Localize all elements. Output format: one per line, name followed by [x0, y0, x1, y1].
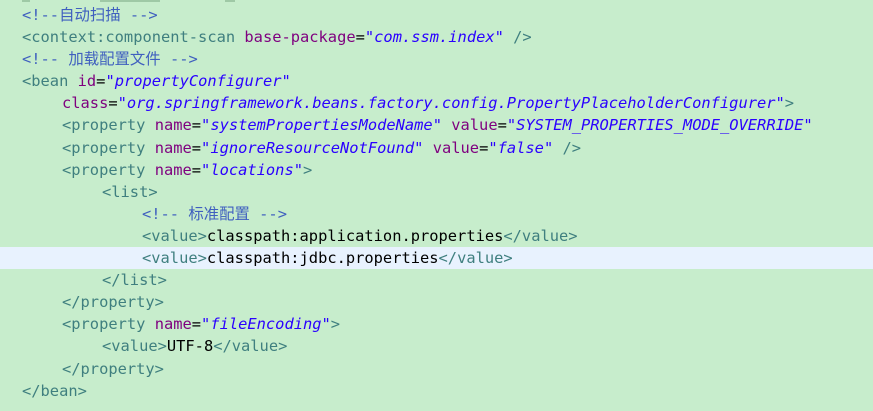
- xml-attribute-value: "com.ssm.index": [364, 28, 504, 47]
- code-line[interactable]: <property name="ignoreResourceNotFound" …: [0, 137, 873, 159]
- code-line[interactable]: <list>: [0, 181, 873, 203]
- equals-sign: =: [497, 116, 507, 135]
- xml-attribute-value: "false": [488, 138, 554, 157]
- xml-attribute-value: "locations": [201, 160, 303, 179]
- xml-attribute: name: [154, 160, 192, 179]
- xml-attribute: id: [77, 72, 97, 91]
- xml-text: classpath:jdbc.properties: [206, 249, 439, 268]
- code-line[interactable]: <property name="fileEncoding">: [0, 313, 873, 335]
- xml-attribute: name: [154, 138, 192, 157]
- code-line[interactable]: <bean id="propertyConfigurer": [0, 70, 873, 92]
- xml-attribute: name: [154, 116, 192, 135]
- equals-sign: =: [355, 28, 365, 47]
- xml-tag: />: [553, 138, 582, 157]
- xml-tag: <value>: [142, 226, 207, 245]
- xml-text: UTF-8: [166, 337, 214, 356]
- code-line[interactable]: </property>: [0, 358, 873, 380]
- code-line[interactable]: <value>UTF-8</value>: [0, 335, 873, 357]
- code-line[interactable]: <!-- 加载配置文件 -->: [0, 48, 873, 70]
- xml-tag: <value>: [142, 249, 207, 268]
- code-line[interactable]: <property name="systemPropertiesModeName…: [0, 114, 873, 136]
- xml-tag: <property: [62, 138, 146, 157]
- xml-tag: <property: [62, 160, 146, 179]
- xml-tag: </list>: [102, 271, 167, 290]
- xml-tag: >: [302, 160, 313, 179]
- code-line[interactable]: <!--自动扫描 -->: [0, 4, 873, 26]
- xml-tag: <context:component-scan: [22, 28, 236, 47]
- xml-tag: </value>: [213, 337, 288, 356]
- code-line[interactable]: class="org.springframework.beans.factory…: [0, 92, 873, 114]
- xml-comment: <!-- 标准配置 -->: [142, 204, 287, 223]
- xml-attribute: class: [62, 94, 109, 113]
- clipped-text-fragment: [22, 0, 30, 2]
- xml-tag: />: [503, 28, 532, 47]
- code-line[interactable]: <context:component-scan base-package="co…: [0, 26, 873, 48]
- xml-attribute: value: [451, 116, 498, 135]
- code-line[interactable]: <value>classpath:application.properties<…: [0, 225, 873, 247]
- xml-tag: <list>: [102, 182, 158, 201]
- xml-tag: <bean: [22, 72, 69, 91]
- clipped-text-fragment: [225, 0, 235, 2]
- equals-sign: =: [191, 160, 202, 179]
- code-editor[interactable]: <!--自动扫描 --> <context:component-scan bas…: [0, 0, 873, 411]
- xml-tag: <property: [62, 116, 146, 135]
- xml-comment: <!--自动扫描 -->: [22, 6, 158, 24]
- xml-tag: </property>: [62, 293, 164, 312]
- xml-attribute-value: "SYSTEM_PROPERTIES_MODE_OVERRIDE": [506, 116, 813, 135]
- xml-attribute: base-package: [244, 28, 356, 47]
- xml-attribute: value: [432, 138, 480, 157]
- xml-tag: </value>: [503, 226, 578, 245]
- equals-sign: =: [479, 138, 489, 157]
- xml-tag: </property>: [62, 359, 164, 378]
- xml-attribute-value: "org.springframework.beans.factory.confi…: [117, 94, 785, 113]
- xml-attribute-value: "ignoreResourceNotFound": [201, 138, 424, 157]
- xml-tag: >: [784, 94, 795, 113]
- equals-sign: =: [108, 94, 118, 113]
- code-line[interactable]: </property>: [0, 291, 873, 313]
- code-line[interactable]: <property name="locations">: [0, 159, 873, 181]
- code-line[interactable]: <!-- 标准配置 -->: [0, 203, 873, 225]
- equals-sign: =: [191, 116, 202, 135]
- xml-comment: <!-- 加载配置文件 -->: [22, 50, 198, 69]
- xml-attribute-value: "systemPropertiesModeName": [201, 116, 442, 135]
- xml-tag: >: [330, 315, 341, 334]
- xml-text: classpath:application.properties: [206, 226, 504, 245]
- code-line[interactable]: </list>: [0, 269, 873, 291]
- equals-sign: =: [191, 315, 202, 334]
- clipped-text-fragment: [100, 0, 160, 2]
- code-line[interactable]: </bean>: [0, 380, 873, 402]
- xml-tag: <value>: [102, 337, 167, 356]
- xml-tag: </bean>: [22, 381, 87, 400]
- xml-tag: <property: [62, 315, 146, 334]
- xml-attribute-value: "propertyConfigurer": [105, 72, 291, 91]
- current-code-line[interactable]: <value>classpath:jdbc.properties</value>: [0, 247, 873, 270]
- xml-attribute: name: [154, 315, 192, 334]
- xml-tag: </value>: [438, 249, 513, 268]
- xml-attribute-value: "fileEncoding": [201, 315, 331, 334]
- equals-sign: =: [191, 138, 202, 157]
